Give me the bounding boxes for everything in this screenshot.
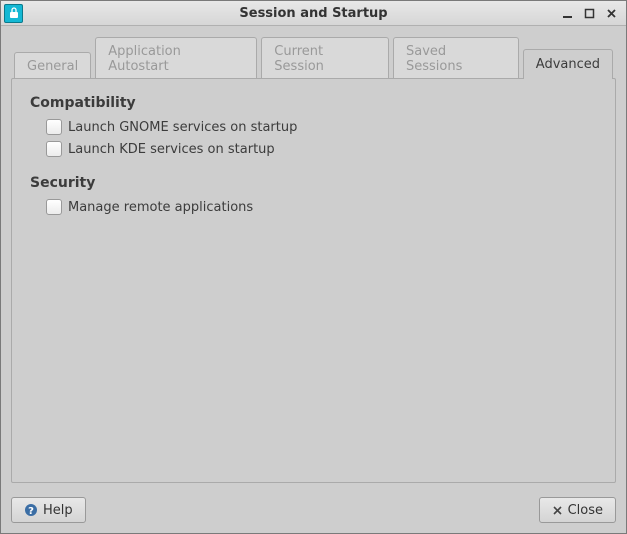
tab-strip: General Application Autostart Current Se…: [11, 36, 616, 79]
tab-application-autostart[interactable]: Application Autostart: [95, 37, 257, 80]
row-launch-gnome: Launch GNOME services on startup: [46, 119, 597, 135]
row-launch-kde: Launch KDE services on startup: [46, 141, 597, 157]
close-window-button[interactable]: [604, 6, 618, 20]
window-controls: [560, 6, 626, 20]
section-security: Security Manage remote applications: [30, 175, 597, 215]
tab-saved-sessions[interactable]: Saved Sessions: [393, 37, 519, 80]
tab-general[interactable]: General: [14, 52, 91, 80]
session-icon: [4, 4, 23, 23]
svg-text:?: ?: [28, 506, 34, 517]
help-button[interactable]: ? Help: [11, 497, 86, 523]
checkbox-launch-gnome[interactable]: [46, 119, 62, 135]
tab-panel-advanced: Compatibility Launch GNOME services on s…: [11, 78, 616, 483]
window-title: Session and Startup: [1, 6, 626, 21]
label-launch-kde: Launch KDE services on startup: [68, 142, 275, 157]
session-startup-window: Session and Startup General Application …: [0, 0, 627, 534]
checkbox-manage-remote[interactable]: [46, 199, 62, 215]
row-manage-remote: Manage remote applications: [46, 199, 597, 215]
maximize-button[interactable]: [582, 6, 596, 20]
content-area: General Application Autostart Current Se…: [1, 26, 626, 491]
tab-current-session[interactable]: Current Session: [261, 37, 389, 80]
section-title-compatibility: Compatibility: [30, 95, 597, 111]
label-manage-remote: Manage remote applications: [68, 200, 253, 215]
close-button[interactable]: Close: [539, 497, 616, 523]
section-compatibility: Compatibility Launch GNOME services on s…: [30, 95, 597, 157]
label-launch-gnome: Launch GNOME services on startup: [68, 120, 297, 135]
tab-advanced[interactable]: Advanced: [523, 49, 613, 79]
close-button-label: Close: [568, 503, 603, 518]
button-bar: ? Help Close: [1, 491, 626, 533]
titlebar: Session and Startup: [1, 1, 626, 26]
close-icon: [552, 505, 563, 516]
help-icon: ?: [24, 503, 38, 517]
section-title-security: Security: [30, 175, 597, 191]
help-button-label: Help: [43, 503, 73, 518]
checkbox-launch-kde[interactable]: [46, 141, 62, 157]
minimize-button[interactable]: [560, 6, 574, 20]
